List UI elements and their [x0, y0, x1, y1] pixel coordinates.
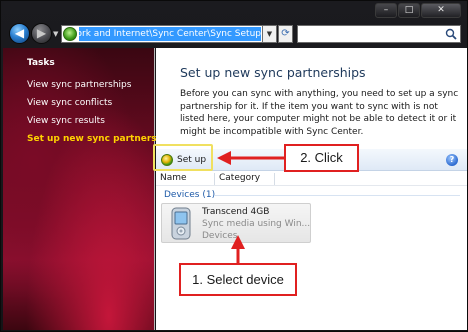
- step-1-callout: 1. Select device: [179, 263, 297, 296]
- sync-center-window: – □ ✕ ◀ ▶ ▼ work and Internet\Sync Cente…: [0, 0, 468, 332]
- step-2-callout: 2. Click: [284, 144, 359, 172]
- select-arrow-head: [231, 235, 245, 249]
- click-arrow-head: [217, 151, 231, 165]
